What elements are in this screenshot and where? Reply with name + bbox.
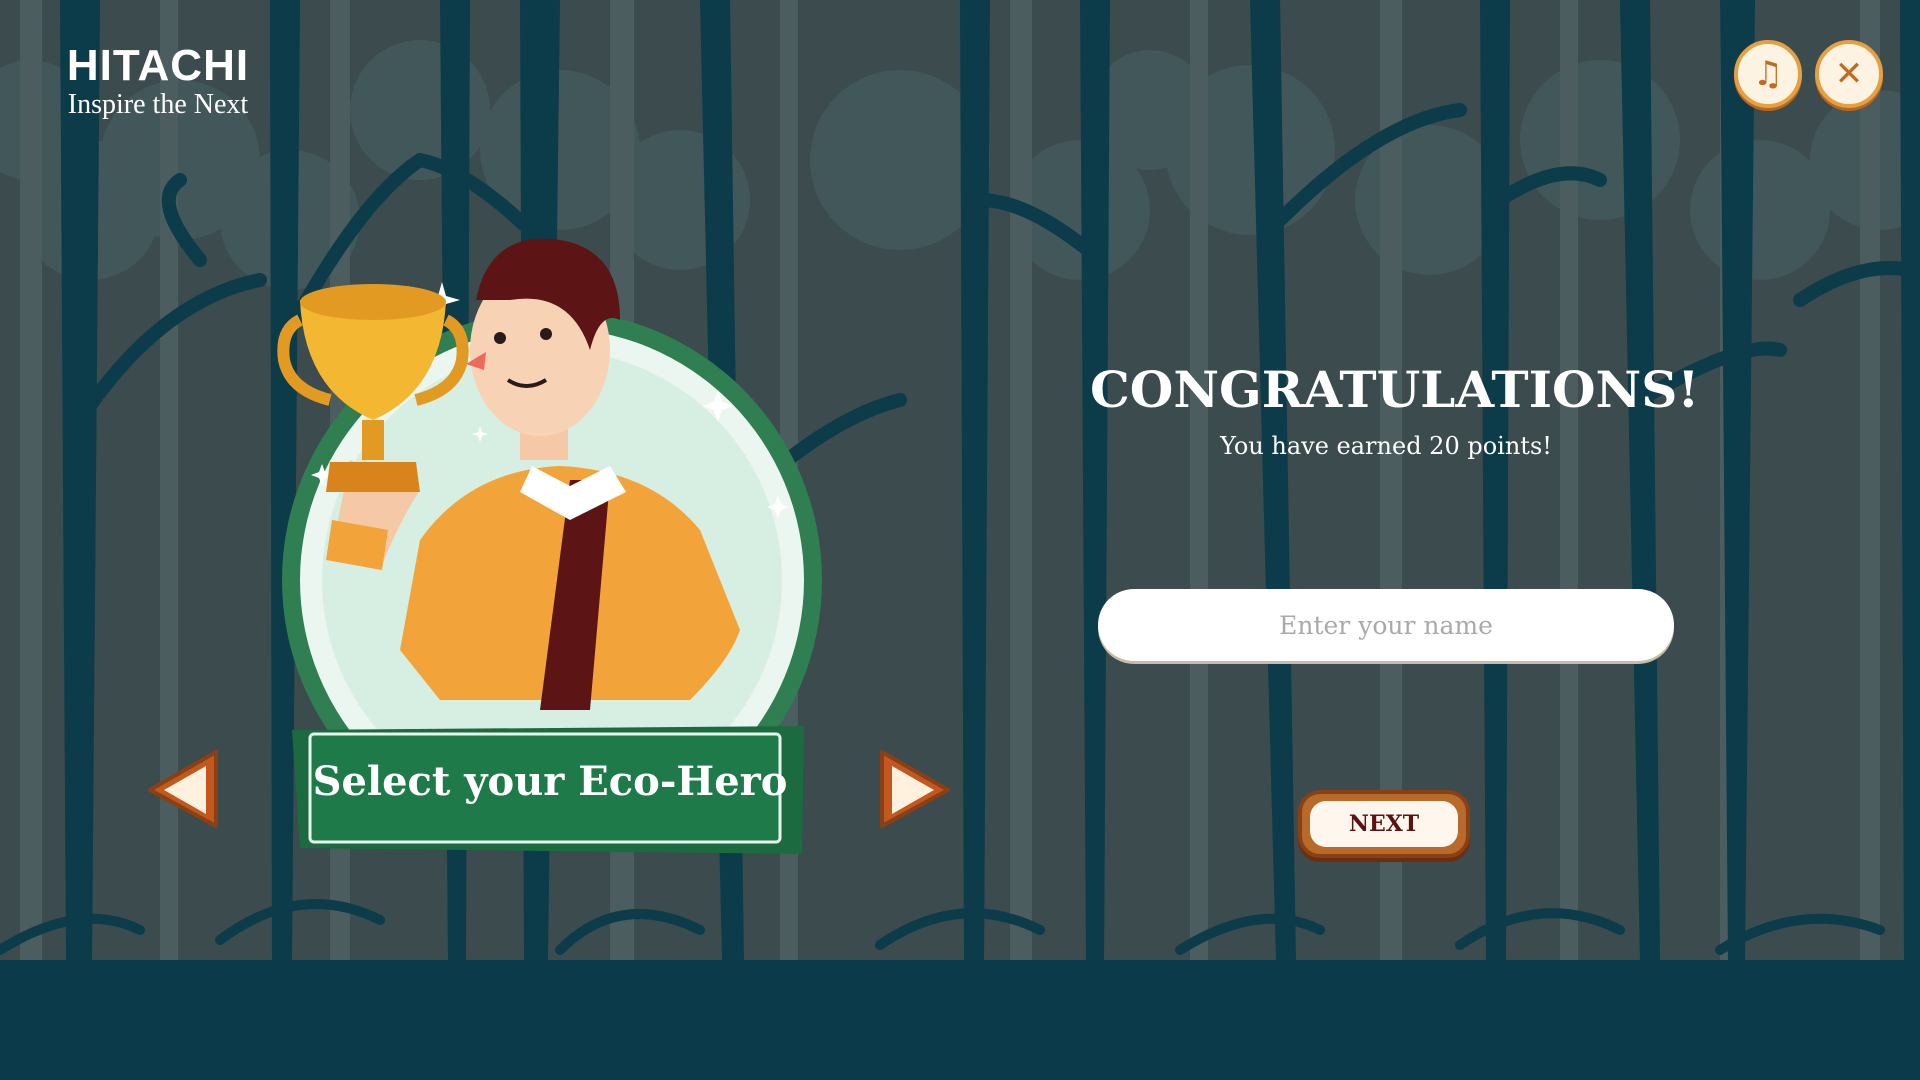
- next-hero-button[interactable]: [876, 748, 952, 830]
- next-button[interactable]: NEXT: [1298, 790, 1470, 858]
- points-message: You have earned 20 points!: [1220, 432, 1552, 460]
- close-icon: ✕: [1834, 54, 1864, 94]
- next-button-label: NEXT: [1310, 801, 1458, 847]
- name-input[interactable]: [1098, 589, 1674, 661]
- close-button[interactable]: ✕: [1815, 40, 1883, 108]
- hero-select-label: Select your Eco-Hero: [312, 758, 788, 805]
- eco-hero-illustration: [277, 238, 822, 730]
- congratulations-title: CONGRATULATIONS!: [1090, 360, 1700, 419]
- left-arrow-icon: [148, 750, 218, 828]
- previous-hero-button[interactable]: [146, 748, 222, 830]
- music-note-icon: ♫: [1752, 54, 1784, 94]
- hitachi-logo: HITACHI Inspire the Next: [38, 44, 278, 120]
- right-arrow-icon: [880, 750, 950, 828]
- music-toggle-button[interactable]: ♫: [1734, 40, 1802, 108]
- game-screen: HITACHI Inspire the Next ♫ ✕ Select your…: [0, 0, 1920, 1080]
- logo-brand: HITACHI: [66, 41, 250, 90]
- logo-tagline: Inspire the Next: [67, 89, 249, 120]
